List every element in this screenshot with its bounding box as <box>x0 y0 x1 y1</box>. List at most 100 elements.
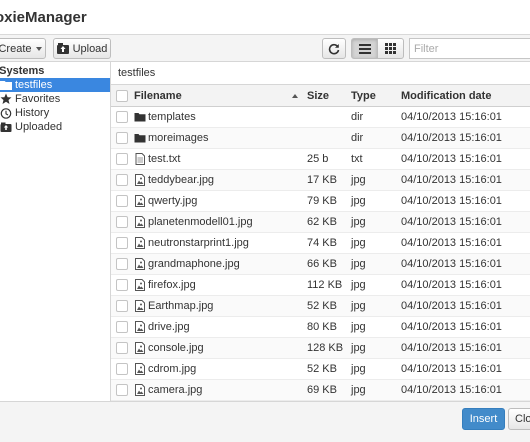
image-file-icon <box>135 321 145 333</box>
file-size: 52 KB <box>307 300 337 312</box>
sidebar-item-history[interactable]: History <box>0 106 110 120</box>
row-checkbox[interactable] <box>116 174 128 186</box>
image-file-icon <box>135 216 145 228</box>
filter-input[interactable] <box>409 38 530 59</box>
select-all-checkbox[interactable] <box>116 90 128 102</box>
row-checkbox[interactable] <box>116 321 128 333</box>
file-type: jpg <box>351 237 366 249</box>
file-name: teddybear.jpg <box>148 174 215 186</box>
file-name: console.jpg <box>148 342 204 354</box>
row-checkbox[interactable] <box>116 363 128 375</box>
file-name: drive.jpg <box>148 321 190 333</box>
table-row[interactable]: cdrom.jpg 52 KB jpg 04/10/2013 15:16:01 <box>111 359 530 380</box>
file-date: 04/10/2013 15:16:01 <box>401 153 502 165</box>
file-date: 04/10/2013 15:16:01 <box>401 300 502 312</box>
upload-button[interactable]: Upload <box>53 38 111 59</box>
column-header-date[interactable]: Modification date <box>401 90 491 102</box>
table-row[interactable]: drive.jpg 80 KB jpg 04/10/2013 15:16:01 <box>111 317 530 338</box>
file-size: 69 KB <box>307 384 337 396</box>
row-checkbox[interactable] <box>116 279 128 291</box>
file-date: 04/10/2013 15:16:01 <box>401 258 502 270</box>
list-view-button[interactable] <box>351 38 378 59</box>
table-row[interactable]: templates dir 04/10/2013 15:16:01 <box>111 107 530 128</box>
table-row[interactable]: qwerty.jpg 79 KB jpg 04/10/2013 15:16:01 <box>111 191 530 212</box>
upload-icon <box>56 43 69 54</box>
create-button[interactable]: Create <box>0 38 46 59</box>
clock-icon <box>0 108 12 119</box>
row-checkbox[interactable] <box>116 237 128 249</box>
column-header-type[interactable]: Type <box>351 90 376 102</box>
file-date: 04/10/2013 15:16:01 <box>401 174 502 186</box>
file-type: jpg <box>351 363 366 375</box>
upload-label: Upload <box>72 42 108 55</box>
row-checkbox[interactable] <box>116 216 128 228</box>
folder-icon <box>134 134 146 143</box>
row-checkbox[interactable] <box>116 342 128 354</box>
table-row[interactable]: Earthmap.jpg 52 KB jpg 04/10/2013 15:16:01 <box>111 296 530 317</box>
folder-icon <box>134 113 146 122</box>
grid-icon <box>385 43 396 54</box>
file-size: 25 b <box>307 153 329 165</box>
file-name: test.txt <box>148 153 181 165</box>
file-date: 04/10/2013 15:16:01 <box>401 111 502 123</box>
table-row[interactable]: grandmaphone.jpg 66 KB jpg 04/10/2013 15:16… <box>111 254 530 275</box>
file-type: jpg <box>351 174 366 186</box>
row-checkbox[interactable] <box>116 300 128 312</box>
file-name: Earthmap.jpg <box>148 300 214 312</box>
file-size: 17 KB <box>307 174 337 186</box>
file-size: 80 KB <box>307 321 337 333</box>
file-type: jpg <box>351 321 366 333</box>
row-checkbox[interactable] <box>116 258 128 270</box>
table-row[interactable]: planetenmodell01.jpg 62 KB jpg 04/10/2013 1… <box>111 212 530 233</box>
sidebar-item-label: Uploaded <box>15 121 63 133</box>
table-row[interactable]: camera.jpg 69 KB jpg 04/10/2013 15:16:01 <box>111 380 530 401</box>
table-row[interactable]: firefox.jpg 112 KB jpg 04/10/2013 15:16:01 <box>111 275 530 296</box>
row-checkbox[interactable] <box>116 153 128 165</box>
image-file-icon <box>135 384 145 396</box>
column-header-size[interactable]: Size <box>307 90 329 102</box>
file-name: cdrom.jpg <box>148 363 197 375</box>
row-checkbox[interactable] <box>116 111 128 123</box>
thumbnail-view-button[interactable] <box>377 38 404 59</box>
row-checkbox[interactable] <box>116 384 128 396</box>
table-row[interactable]: moreimages dir 04/10/2013 15:16:01 <box>111 128 530 149</box>
file-name: qwerty.jpg <box>148 195 198 207</box>
image-file-icon <box>135 300 145 312</box>
sidebar-item-label: History <box>15 107 50 119</box>
refresh-button[interactable] <box>322 38 346 59</box>
table-row[interactable]: teddybear.jpg 17 KB jpg 04/10/2013 15:16:01 <box>111 170 530 191</box>
sidebar-item-testfiles[interactable]: testfiles <box>0 78 110 92</box>
sidebar-heading: eSystems <box>0 65 45 77</box>
insert-button[interactable]: Insert <box>462 408 505 430</box>
close-button[interactable]: Close <box>508 408 530 430</box>
image-file-icon <box>135 174 145 186</box>
sidebar-item-uploaded[interactable]: Uploaded <box>0 120 110 134</box>
sidebar-item-label: Favorites <box>15 93 61 105</box>
file-type: jpg <box>351 195 366 207</box>
sidebar: eSystems testfiles Favorites History Upl… <box>0 62 111 401</box>
file-list-header: Filename Size Type Modification date <box>111 85 530 107</box>
breadcrumb: testfiles <box>111 62 530 85</box>
table-row[interactable]: neutronstarprint1.jpg 74 KB jpg 04/10/2013 … <box>111 233 530 254</box>
image-file-icon <box>135 342 145 354</box>
column-header-filename[interactable]: Filename <box>134 90 182 102</box>
row-checkbox[interactable] <box>116 132 128 144</box>
file-name: planetenmodell01.jpg <box>148 216 253 228</box>
sidebar-item-favorites[interactable]: Favorites <box>0 92 110 106</box>
window-title: oxieManager <box>0 9 87 26</box>
image-file-icon <box>135 258 145 270</box>
image-file-icon <box>135 195 145 207</box>
file-size: 66 KB <box>307 258 337 270</box>
document-icon <box>135 153 145 165</box>
table-row[interactable]: console.jpg 128 KB jpg 04/10/2013 15:16:01 <box>111 338 530 359</box>
row-checkbox[interactable] <box>116 195 128 207</box>
file-name: firefox.jpg <box>148 279 196 291</box>
file-size: 74 KB <box>307 237 337 249</box>
star-icon <box>0 93 12 104</box>
file-date: 04/10/2013 15:16:01 <box>401 279 502 291</box>
file-type: jpg <box>351 216 366 228</box>
file-type: txt <box>351 153 363 165</box>
table-row[interactable]: test.txt 25 b txt 04/10/2013 15:16:01 <box>111 149 530 170</box>
file-size: 79 KB <box>307 195 337 207</box>
toolbar: Create Upload <box>0 35 530 62</box>
